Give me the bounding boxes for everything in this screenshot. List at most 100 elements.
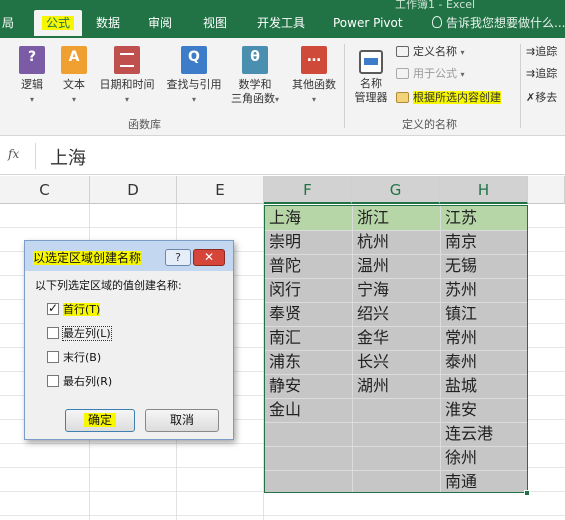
more-functions-icon: … [301, 46, 327, 74]
column-header-d[interactable]: D [90, 176, 177, 204]
cell-h7[interactable]: 泰州 [441, 350, 477, 374]
trace-precedents-button[interactable]: ⇉追踪 [526, 43, 557, 61]
checkbox-right-column[interactable]: 最右列(R) [47, 373, 112, 391]
chevron-down-icon: ▾ [311, 95, 316, 104]
remove-arrows-button[interactable]: ✗移去 [526, 89, 557, 107]
cell-h12[interactable]: 南通 [441, 470, 477, 494]
tab-review[interactable]: 审阅 [148, 10, 172, 36]
ok-button-label: 确定 [83, 413, 116, 427]
cell-g8[interactable]: 湖州 [353, 374, 389, 398]
fx-icon[interactable]: fx [8, 147, 19, 161]
cell-divider [265, 230, 527, 231]
cell-f7[interactable]: 浦东 [265, 350, 301, 374]
dialog-title-bar[interactable]: 以选定区域创建名称 ? ✕ [25, 241, 233, 271]
checkbox-bottom-row-label: 末行(B) [63, 351, 102, 364]
dialog-prompt: 以下列选定区域的值创建名称: [35, 279, 182, 292]
cell-f3[interactable]: 普陀 [265, 254, 301, 278]
tab-layout-partial[interactable]: 局 [2, 10, 14, 36]
logical-icon: ? [19, 46, 45, 74]
help-button[interactable]: ? [165, 249, 191, 266]
chevron-down-icon: ▾ [191, 95, 196, 104]
datetime-functions-button[interactable]: 日期和时间 ▾ [94, 46, 160, 107]
checkbox-right-column-box[interactable] [47, 375, 59, 387]
create-from-selection-button[interactable]: 根据所选内容创建 [396, 89, 501, 107]
trace-dependents-button[interactable]: ⇉追踪 [526, 65, 557, 83]
more-functions-label: 其他函数 [292, 78, 336, 91]
tab-data[interactable]: 数据 [96, 10, 120, 36]
checkbox-bottom-row-box[interactable] [47, 351, 59, 363]
cell-f9[interactable]: 金山 [265, 398, 301, 422]
ribbon: ? 逻辑 ▾ A 文本 ▾ 日期和时间 ▾ Q 查找与引用 ▾ θ 数学和 三角函数▾ …… [0, 38, 565, 136]
create-names-dialog: 以选定区域创建名称 ? ✕ 以下列选定区域的值创建名称: 首行(T) 最左列(L… [24, 240, 234, 440]
group-separator [344, 44, 345, 128]
cancel-button[interactable]: 取消 [145, 409, 219, 432]
tell-me-box[interactable]: 告诉我您想要做什么... [432, 10, 565, 36]
column-header-h[interactable]: H [440, 176, 528, 204]
cell-h8[interactable]: 盐城 [441, 374, 477, 398]
column-header-g[interactable]: G [352, 176, 440, 204]
formula-input[interactable]: 上海 [50, 144, 86, 170]
cell-h10[interactable]: 连云港 [441, 422, 493, 446]
math-functions-button[interactable]: θ 数学和 三角函数▾ [226, 46, 284, 107]
lookup-functions-button[interactable]: Q 查找与引用 ▾ [162, 46, 226, 107]
formula-icon [396, 68, 409, 79]
close-button[interactable]: ✕ [193, 249, 225, 266]
tab-developer[interactable]: 开发工具 [257, 10, 305, 36]
cell-divider [265, 326, 527, 327]
cell-g2[interactable]: 杭州 [353, 230, 389, 254]
cell-divider [265, 350, 527, 351]
cell-g6[interactable]: 金华 [353, 326, 389, 350]
cell-h3[interactable]: 无锡 [441, 254, 477, 278]
cell-h9[interactable]: 淮安 [441, 398, 477, 422]
tag-icon [396, 46, 409, 57]
checkbox-bottom-row[interactable]: 末行(B) [47, 349, 101, 367]
more-functions-button[interactable]: … 其他函数 ▾ [288, 46, 340, 107]
calendar-icon [114, 46, 140, 74]
cell-h1[interactable]: 江苏 [441, 206, 477, 230]
chevron-down-icon: ▾ [124, 95, 129, 104]
column-header-i[interactable] [528, 176, 565, 204]
cell-divider [265, 254, 527, 255]
cell-h6[interactable]: 常州 [441, 326, 477, 350]
define-name-button[interactable]: 定义名称 ▾ [396, 43, 465, 61]
checkbox-right-column-label: 最右列(R) [63, 375, 113, 388]
cell-f2[interactable]: 崇明 [265, 230, 301, 254]
checkbox-top-row[interactable]: 首行(T) [47, 301, 101, 319]
cell-divider [265, 398, 527, 399]
name-manager-button[interactable]: 名称 管理器 [350, 50, 392, 105]
checkbox-top-row-label: 首行(T) [63, 303, 101, 316]
column-header-f[interactable]: F [264, 176, 352, 204]
text-label: 文本 [63, 78, 85, 91]
create-from-selection-label: 根据所选内容创建 [413, 91, 501, 104]
checkbox-top-row-box[interactable] [47, 301, 59, 315]
cell-f4[interactable]: 闵行 [265, 278, 301, 302]
cell-h11[interactable]: 徐州 [441, 446, 477, 470]
column-header-c[interactable]: C [0, 176, 90, 204]
cell-g1[interactable]: 浙江 [353, 206, 389, 230]
logical-functions-button[interactable]: ? 逻辑 ▾ [12, 46, 52, 107]
cell-f6[interactable]: 南汇 [265, 326, 301, 350]
selected-range[interactable]: 上海 崇明 普陀 闵行 奉贤 南汇 浦东 静安 金山 浙江 杭州 温州 宁海 绍… [264, 205, 528, 493]
use-in-formula-button[interactable]: 用于公式 ▾ [396, 65, 465, 83]
cell-g3[interactable]: 温州 [353, 254, 389, 278]
cell-f1[interactable]: 上海 [265, 206, 301, 230]
name-manager-label-line2: 管理器 [354, 91, 388, 104]
checkbox-left-column[interactable]: 最左列(L) [47, 325, 112, 343]
ok-button[interactable]: 确定 [65, 409, 135, 432]
tab-view[interactable]: 视图 [203, 10, 227, 36]
cell-h2[interactable]: 南京 [441, 230, 477, 254]
cell-g5[interactable]: 绍兴 [353, 302, 389, 326]
checkbox-left-column-box[interactable] [47, 327, 59, 339]
cell-g7[interactable]: 长兴 [353, 350, 389, 374]
cell-g4[interactable]: 宁海 [353, 278, 389, 302]
cell-f5[interactable]: 奉贤 [265, 302, 301, 326]
cell-divider [265, 470, 527, 471]
cell-f8[interactable]: 静安 [265, 374, 301, 398]
tab-power-pivot[interactable]: Power Pivot [333, 10, 403, 36]
fill-handle[interactable] [524, 490, 530, 496]
cell-h4[interactable]: 苏州 [441, 278, 477, 302]
text-functions-button[interactable]: A 文本 ▾ [56, 46, 92, 107]
tab-formulas[interactable]: 公式 [34, 10, 83, 36]
cell-h5[interactable]: 镇江 [441, 302, 477, 326]
column-header-e[interactable]: E [177, 176, 264, 204]
